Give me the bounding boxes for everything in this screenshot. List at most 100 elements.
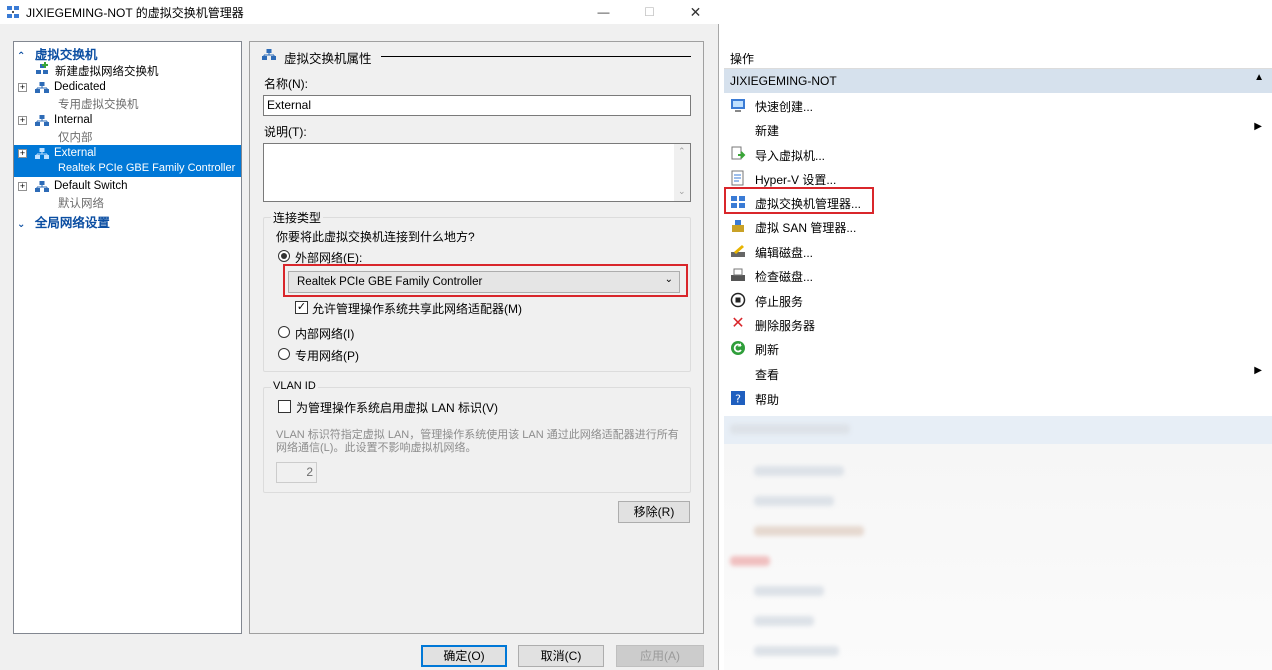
action-inspect-disk[interactable]: 检查磁盘...: [724, 263, 1272, 287]
tree-header-virtual-switches[interactable]: ⌃ 虚拟交换机: [17, 44, 97, 63]
private-network-radio[interactable]: [278, 348, 290, 360]
close-button[interactable]: ✕: [673, 0, 718, 24]
switch-tree[interactable]: ⌃ 虚拟交换机 新建虚拟网络交换机 + Dedicated 专用虚拟交换机 + …: [13, 41, 242, 634]
vlan-group-label: VLAN ID: [271, 380, 318, 392]
action-new[interactable]: 新建 ▶: [724, 117, 1272, 141]
tree-item-internal[interactable]: Internal: [54, 114, 92, 126]
action-label: 查看: [755, 368, 780, 382]
inspect-disk-icon: [730, 267, 746, 283]
expand-icon[interactable]: +: [18, 83, 27, 92]
network-switch-icon: [35, 148, 49, 159]
action-label: Hyper-V 设置...: [755, 173, 837, 187]
chevron-down-icon: ⌄: [664, 274, 673, 285]
section-title: 虚拟交换机属性: [284, 52, 372, 66]
network-switch-icon: [7, 6, 19, 18]
action-label: 删除服务器: [755, 319, 816, 333]
title-bar: JIXIEGEMING-NOT 的虚拟交换机管理器 — ☐ ✕: [0, 0, 719, 24]
action-label: 帮助: [755, 393, 780, 407]
internal-network-label: 内部网络(I): [295, 327, 355, 341]
window-title: JIXIEGEMING-NOT 的虚拟交换机管理器: [26, 6, 244, 20]
switch-name: Dedicated: [54, 81, 106, 93]
action-delete-server[interactable]: ✕ 删除服务器: [724, 312, 1272, 336]
network-switch-icon: [35, 115, 49, 126]
expand-chevron-icon: ⌄: [17, 219, 26, 230]
action-view[interactable]: 查看 ▶: [724, 361, 1272, 385]
tree-header-global-settings[interactable]: ⌄ 全局网络设置: [17, 212, 110, 231]
cancel-button[interactable]: 取消(C): [518, 645, 604, 667]
tree-item-dedicated[interactable]: Dedicated: [54, 81, 106, 93]
action-import-vm[interactable]: 导入虚拟机...: [724, 142, 1272, 166]
action-help[interactable]: ? 帮助: [724, 386, 1272, 410]
action-stop-service[interactable]: 停止服务: [724, 288, 1272, 312]
svg-text:?: ?: [735, 393, 741, 406]
import-icon: [730, 146, 746, 162]
switch-subtitle: Realtek PCIe GBE Family Controller: [58, 162, 236, 174]
collapse-up-icon: ▲: [1254, 72, 1264, 83]
action-edit-disk[interactable]: 编辑磁盘...: [724, 239, 1272, 263]
switch-name: Internal: [54, 114, 93, 126]
switch-manager-highlight-box: [724, 187, 874, 214]
maximize-button[interactable]: ☐: [627, 0, 672, 24]
minimize-button[interactable]: —: [581, 0, 626, 24]
virtual-switch-manager-dialog: JIXIEGEMING-NOT 的虚拟交换机管理器 — ☐ ✕ ⌃ 虚拟交换机 …: [0, 0, 719, 670]
expand-icon[interactable]: +: [18, 182, 27, 191]
tree-item-external[interactable]: External: [54, 147, 96, 159]
submenu-arrow-icon: ▶: [1254, 121, 1262, 132]
scroll-up-icon: ⌃: [678, 146, 686, 156]
apply-button[interactable]: 应用(A): [616, 645, 704, 667]
action-quick-create[interactable]: 快速创建...: [724, 93, 1272, 117]
server-name: JIXIEGEMING-NOT: [730, 74, 837, 88]
stop-icon: [730, 292, 746, 308]
switch-subtitle: 仅内部: [58, 132, 93, 144]
vlan-id-input[interactable]: 2: [276, 462, 317, 483]
tree-item-label: 新建虚拟网络交换机: [55, 66, 159, 78]
network-switch-icon: [262, 49, 276, 60]
action-label: 导入虚拟机...: [755, 149, 826, 163]
external-network-radio[interactable]: [278, 250, 290, 262]
actions-header: 操作: [724, 45, 1272, 69]
ok-button[interactable]: 确定(O): [421, 645, 507, 667]
quick-create-icon: [730, 97, 746, 113]
section-divider: [381, 56, 691, 57]
name-input[interactable]: External: [263, 95, 691, 116]
server-group-header[interactable]: JIXIEGEMING-NOT ▲: [724, 69, 1272, 93]
remove-button[interactable]: 移除(R): [618, 501, 690, 523]
refresh-icon: [730, 340, 746, 356]
action-label: 检查磁盘...: [755, 270, 814, 284]
switch-properties-panel: 虚拟交换机属性 名称(N): External 说明(T): ⌃ ⌄ 连接类型 …: [249, 41, 704, 634]
expand-icon[interactable]: +: [18, 116, 27, 125]
edit-disk-icon: [730, 243, 746, 259]
allow-mgmt-checkbox[interactable]: ✓: [295, 301, 308, 314]
private-network-label: 专用网络(P): [295, 349, 359, 363]
switch-name: Default Switch: [54, 180, 128, 192]
tree-header-label: 全局网络设置: [34, 216, 110, 230]
vlan-description: VLAN 标识符指定虚拟 LAN，管理操作系统使用该 LAN 通过此网络适配器进…: [276, 429, 679, 454]
notes-scrollbar[interactable]: ⌃ ⌄: [674, 144, 690, 201]
blurred-region: [724, 416, 1272, 670]
connection-question: 你要将此虚拟交换机连接到什么地方?: [276, 230, 475, 244]
action-label: 虚拟 SAN 管理器...: [755, 221, 857, 235]
help-icon: ?: [730, 390, 746, 406]
expand-icon[interactable]: +: [18, 149, 27, 158]
settings-icon: [730, 170, 746, 186]
notes-textarea[interactable]: [263, 143, 691, 202]
switch-name: External: [54, 147, 97, 159]
close-icon: ✕: [689, 3, 702, 20]
tree-item-default-switch[interactable]: Default Switch: [54, 180, 128, 192]
vlan-enable-label: 为管理操作系统启用虚拟 LAN 标识(V): [296, 401, 499, 415]
delete-icon: ✕: [731, 315, 745, 332]
vlan-enable-checkbox[interactable]: [278, 400, 291, 413]
switch-subtitle: 专用虚拟交换机: [58, 99, 139, 111]
switch-subtitle: 默认网络: [58, 198, 104, 210]
action-label: 刷新: [755, 343, 780, 357]
network-adapter-select[interactable]: Realtek PCIe GBE Family Controller ⌄: [288, 271, 680, 293]
maximize-icon: ☐: [644, 5, 655, 19]
notes-label: 说明(T):: [264, 125, 307, 139]
action-refresh[interactable]: 刷新: [724, 336, 1272, 360]
action-virtual-san-manager[interactable]: 虚拟 SAN 管理器...: [724, 214, 1272, 238]
network-switch-icon: [35, 82, 49, 93]
action-label: 快速创建...: [755, 100, 814, 114]
internal-network-radio[interactable]: [278, 326, 290, 338]
adapter-selected-value: Realtek PCIe GBE Family Controller: [297, 276, 483, 288]
action-label: 停止服务: [755, 295, 804, 309]
